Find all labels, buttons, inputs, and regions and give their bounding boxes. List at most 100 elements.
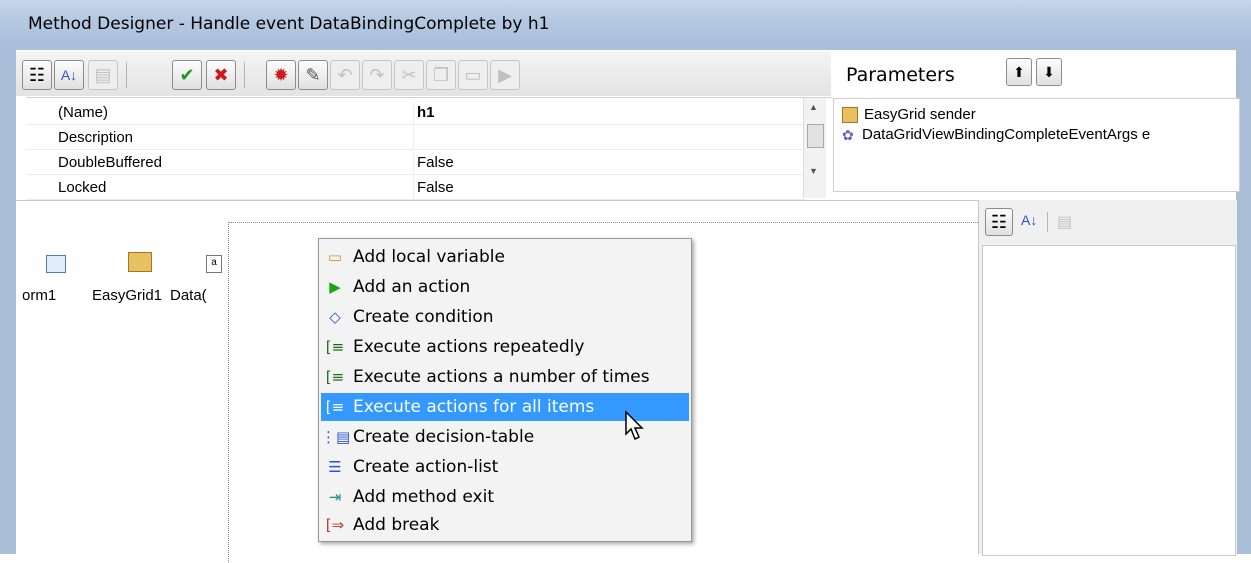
menu-item-label: Execute actions repeatedly — [353, 337, 585, 357]
menu-item-label: Add break — [353, 515, 440, 535]
undo-icon: ↶ — [337, 64, 353, 85]
menu-item-label: Add method exit — [353, 487, 494, 507]
property-name: (Name) — [58, 104, 109, 121]
property-row[interactable]: (Name) h1 — [26, 102, 806, 125]
arrow-up-icon: ⬆ — [1013, 63, 1025, 80]
toolbar-separator — [1047, 212, 1048, 232]
property-row[interactable]: Description — [26, 127, 806, 150]
tools-button[interactable]: ✎ — [298, 60, 328, 90]
property-pages-icon: ▤ — [94, 64, 112, 85]
property-value: h1 — [417, 104, 435, 121]
toolbar: ☷ A↓ ▤ ✔ ✖ ✹ ✎ ↶ ↷ ✂ ❐ ▭ ▶ — [16, 52, 831, 96]
ok-button[interactable]: ✔ — [172, 60, 202, 90]
menu-item-add-method-exit[interactable]: ⇥ Add method exit — [321, 483, 689, 511]
cut-button[interactable]: ✂ — [394, 60, 424, 90]
tools-icon: ✎ — [305, 64, 321, 85]
categorized-view-button[interactable]: ☷ — [985, 208, 1013, 236]
action-arrow-icon: ▶ — [329, 278, 341, 296]
menu-item-label: Create action-list — [353, 457, 499, 477]
property-pages-button[interactable]: ▤ — [88, 60, 118, 90]
categorized-view-icon: ☷ — [990, 211, 1008, 232]
scroll-down-icon[interactable]: ▼ — [809, 166, 818, 176]
property-name: Description — [58, 129, 134, 146]
paste-icon: ▭ — [464, 64, 482, 85]
parameter-label: DataGridViewBindingCompleteEventArgs e — [862, 126, 1151, 143]
menu-item-label: Create decision-table — [353, 427, 535, 447]
copy-button[interactable]: ❐ — [426, 60, 456, 90]
menu-item-add-action[interactable]: ▶ Add an action — [321, 273, 689, 301]
property-grid: (Name) h1 Description DoubleBuffered Fal… — [26, 97, 832, 201]
gear-icon: ✿ — [842, 126, 854, 143]
scroll-up-icon[interactable]: ▲ — [809, 102, 818, 112]
class-icon — [842, 106, 858, 123]
menu-item-label: Execute actions a number of times — [353, 367, 650, 387]
action-list-icon: ☰ — [328, 458, 342, 476]
copy-icon: ❐ — [432, 64, 450, 85]
menu-item-create-condition[interactable]: ◇ Create condition — [321, 303, 689, 331]
parameters-title: Parameters — [846, 64, 955, 86]
property-value: False — [417, 154, 454, 171]
textbox-icon[interactable]: a — [206, 255, 222, 273]
property-row[interactable]: DoubleBuffered False — [26, 152, 806, 175]
scrollbar-thumb[interactable] — [807, 124, 824, 148]
menu-item-create-action-list[interactable]: ☰ Create action-list — [321, 453, 689, 481]
condition-diamond-icon: ◇ — [329, 308, 341, 326]
foreach-icon: [≡ — [325, 398, 345, 416]
property-pages-icon[interactable]: ▤ — [1057, 212, 1072, 232]
run-button[interactable]: ▶ — [490, 60, 520, 90]
component-label-grid[interactable]: EasyGrid1 — [92, 287, 162, 304]
property-name: Locked — [58, 179, 107, 196]
property-row[interactable]: Locked False — [26, 177, 806, 200]
cut-icon: ✂ — [401, 64, 417, 85]
parameter-label: EasyGrid sender — [864, 106, 976, 123]
mouse-cursor-icon — [625, 410, 644, 441]
move-param-down-button[interactable]: ⬇ — [1036, 58, 1062, 86]
menu-item-label: Add local variable — [353, 247, 505, 267]
arrow-down-icon: ⬇ — [1043, 63, 1055, 80]
form-icon[interactable] — [46, 255, 66, 273]
paste-button[interactable]: ▭ — [458, 60, 488, 90]
menu-item-execute-number-of-times[interactable]: [≡ Execute actions a number of times — [321, 363, 689, 391]
sort-alpha-icon: A↓ — [60, 67, 78, 83]
menu-item-execute-repeatedly[interactable]: [≡ Execute actions repeatedly — [321, 333, 689, 361]
right-property-list — [982, 245, 1236, 556]
method-exit-icon: ⇥ — [328, 488, 342, 506]
window-title: Method Designer - Handle event DataBindi… — [28, 14, 550, 34]
categorized-view-button[interactable]: ☷ — [22, 60, 52, 90]
parameter-item[interactable]: ✿ DataGridViewBindingCompleteEventArgs e — [842, 126, 1150, 143]
redo-icon: ↷ — [369, 64, 385, 85]
component-label-data[interactable]: Data( — [170, 287, 228, 304]
decision-table-icon: ⋮▤ — [321, 428, 351, 446]
move-param-up-button[interactable]: ⬆ — [1006, 58, 1032, 86]
menu-item-label: Execute actions for all items — [353, 397, 595, 417]
menu-item-label: Create condition — [353, 307, 494, 327]
sort-alpha-icon[interactable]: A↓ — [1021, 212, 1037, 228]
cancel-button[interactable]: ✖ — [206, 60, 236, 90]
grid-icon[interactable] — [128, 252, 152, 272]
sort-alpha-button[interactable]: A↓ — [54, 60, 84, 90]
property-grid-scrollbar[interactable]: ▲ ▼ — [803, 98, 826, 198]
loop-icon: [≡ — [325, 338, 345, 356]
component-label-form[interactable]: orm1 — [22, 287, 56, 304]
menu-item-label: Add an action — [353, 277, 471, 297]
parameter-item[interactable]: EasyGrid sender — [842, 106, 976, 123]
menu-item-add-local-variable[interactable]: ▭ Add local variable — [321, 243, 689, 271]
run-icon: ▶ — [498, 64, 512, 85]
context-menu: ▭ Add local variable ▶ Add an action ◇ C… — [318, 238, 692, 542]
toolbar-separator — [126, 62, 127, 88]
menu-item-add-break[interactable]: [⇒ Add break — [321, 511, 689, 539]
parameters-list: EasyGrid sender ✿ DataGridViewBindingCom… — [833, 98, 1240, 192]
debug-button[interactable]: ✹ — [266, 60, 296, 90]
property-name: DoubleBuffered — [58, 154, 162, 171]
loop-count-icon: [≡ — [325, 368, 345, 386]
cancel-x-icon: ✖ — [213, 64, 229, 85]
debug-icon: ✹ — [273, 64, 289, 85]
variable-icon: ▭ — [327, 248, 343, 266]
property-value: False — [417, 179, 454, 196]
ok-check-icon: ✔ — [179, 64, 195, 85]
redo-button[interactable]: ↷ — [362, 60, 392, 90]
break-icon: [⇒ — [325, 516, 345, 534]
toolbar-separator — [244, 62, 245, 88]
undo-button[interactable]: ↶ — [330, 60, 360, 90]
categorized-view-icon: ☷ — [28, 64, 46, 85]
